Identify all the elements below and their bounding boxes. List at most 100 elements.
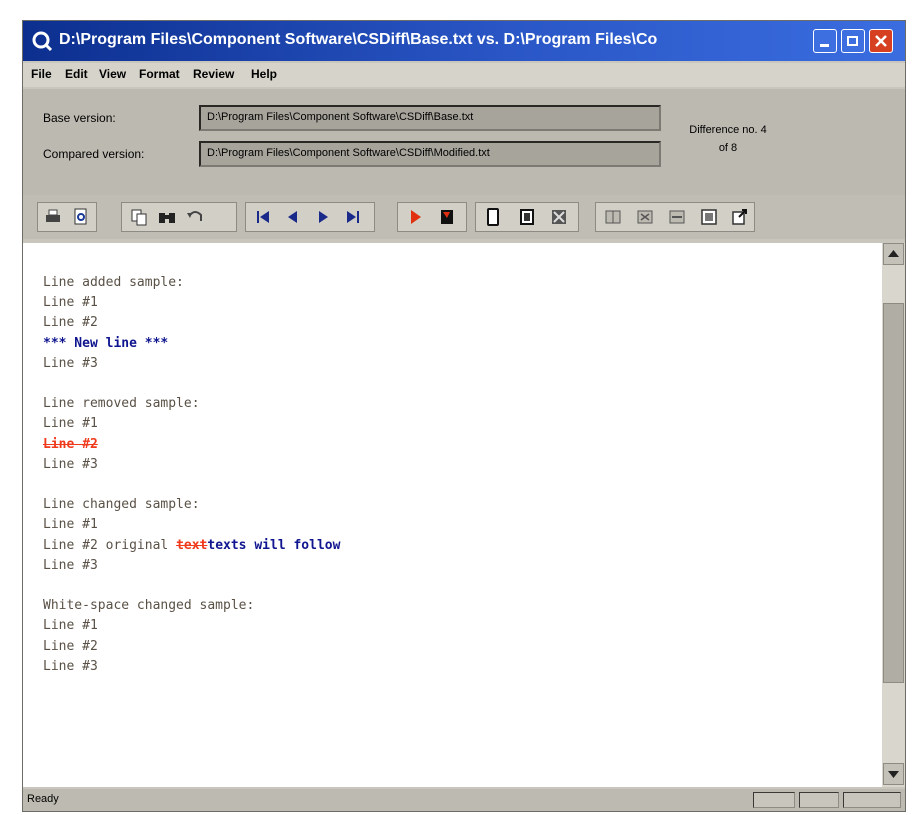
text-line: Line #3 — [43, 557, 98, 573]
menu-view[interactable]: View — [99, 67, 126, 81]
copy-button[interactable] — [126, 205, 152, 229]
section-header: White-space changed sample: — [43, 598, 255, 614]
difference-number: Difference no. 4 — [689, 124, 767, 136]
base-version-field[interactable]: D:\Program Files\Component Software\CSDi… — [199, 105, 661, 131]
text-line: Line #2 — [43, 315, 98, 331]
menu-format[interactable]: Format — [139, 67, 180, 81]
pages-icon — [520, 209, 534, 225]
diff-content-area[interactable]: Line added sample: Line #1 Line #2 *** N… — [23, 243, 882, 787]
app-icon — [32, 31, 53, 52]
options-icon — [552, 210, 566, 224]
section-header: Line removed sample: — [43, 396, 200, 412]
text-line: Line #3 — [43, 456, 98, 472]
text-line: Line #1 — [43, 517, 98, 533]
added-line: *** New line *** — [43, 335, 169, 351]
menu-edit[interactable]: Edit — [65, 67, 88, 81]
maximize-button[interactable] — [841, 29, 865, 53]
compare-button[interactable] — [632, 205, 658, 229]
restore-icon — [847, 36, 858, 46]
tile-button[interactable] — [600, 205, 626, 229]
menu-help[interactable]: Help — [251, 67, 277, 81]
toolbar-group-navigate — [245, 202, 375, 232]
window-title: D:\Program Files\Component Software\CSDi… — [59, 31, 658, 48]
compare-icon — [637, 210, 653, 224]
menu-bar: File Edit View Format Review Help — [23, 63, 905, 87]
window-icon — [701, 209, 717, 225]
compared-version-field[interactable]: D:\Program Files\Component Software\CSDi… — [199, 141, 661, 167]
undo-icon — [187, 211, 202, 221]
base-version-label: Base version: — [43, 111, 116, 125]
status-pane — [799, 792, 839, 808]
scroll-down-button[interactable] — [883, 763, 904, 785]
menu-file[interactable]: File — [31, 67, 52, 81]
status-text: Ready — [27, 793, 59, 805]
close-button[interactable] — [869, 29, 893, 53]
toolbar-group-edit — [121, 202, 237, 232]
page-button[interactable] — [480, 205, 506, 229]
find-icon — [159, 213, 175, 223]
window-button[interactable] — [696, 205, 722, 229]
play-icon — [411, 210, 421, 224]
version-info-panel: Base version: D:\Program Files\Component… — [23, 89, 905, 195]
text-line: Line #1 — [43, 295, 98, 311]
print-icon — [46, 209, 60, 222]
text-line: Line #1 — [43, 416, 98, 432]
undo-button[interactable] — [182, 205, 208, 229]
scroll-up-button[interactable] — [883, 243, 904, 265]
merge-icon — [669, 210, 685, 224]
removed-text: text — [176, 537, 208, 553]
export-icon — [732, 209, 747, 225]
first-diff-icon — [257, 211, 269, 223]
flag-icon — [441, 210, 453, 224]
section-header: Line added sample: — [43, 275, 184, 290]
last-diff-icon — [347, 211, 359, 223]
vertical-scrollbar[interactable] — [882, 243, 905, 787]
scroll-thumb[interactable] — [883, 303, 904, 683]
prev-diff-button[interactable] — [280, 205, 306, 229]
status-bar: Ready — [23, 789, 905, 811]
toolbar-group-review — [397, 202, 467, 232]
last-diff-button[interactable] — [340, 205, 366, 229]
next-diff-icon — [319, 211, 328, 223]
find-button[interactable] — [154, 205, 180, 229]
minimize-button[interactable] — [813, 29, 837, 53]
diff-text: Line added sample: Line #1 Line #2 *** N… — [43, 273, 340, 677]
arrow-down-icon — [888, 771, 899, 778]
merge-button[interactable] — [664, 205, 690, 229]
first-diff-button[interactable] — [250, 205, 276, 229]
export-button[interactable] — [726, 205, 752, 229]
toolbar-group-view — [475, 202, 579, 232]
app-window: D:\Program Files\Component Software\CSDi… — [22, 20, 906, 812]
flag-button[interactable] — [434, 205, 460, 229]
text-line: Line #1 — [43, 618, 98, 634]
removed-line: Line #2 — [43, 436, 98, 452]
added-text: texts will follow — [207, 537, 341, 553]
difference-counter: Difference no. 4 of 8 — [673, 121, 783, 157]
print-preview-button[interactable] — [68, 205, 94, 229]
print-preview-icon — [74, 208, 87, 225]
toolbar-group-merge — [595, 202, 755, 232]
prev-diff-icon — [288, 211, 297, 223]
toolbar — [23, 195, 905, 239]
compared-version-label: Compared version: — [43, 147, 145, 161]
text-line: Line #3 — [43, 355, 98, 371]
options-button[interactable] — [546, 205, 572, 229]
page-icon — [487, 208, 499, 226]
copy-icon — [131, 209, 147, 226]
status-pane — [753, 792, 795, 808]
minimize-icon — [820, 44, 829, 47]
play-button[interactable] — [402, 205, 428, 229]
section-header: Line changed sample: — [43, 497, 200, 513]
pages-button[interactable] — [514, 205, 540, 229]
text-line: Line #3 — [43, 658, 98, 674]
tile-icon — [605, 210, 621, 224]
menu-review[interactable]: Review — [193, 67, 234, 81]
print-button[interactable] — [40, 205, 66, 229]
text-line: Line #2 — [43, 638, 98, 654]
title-bar[interactable]: D:\Program Files\Component Software\CSDi… — [23, 21, 905, 61]
difference-total: of 8 — [718, 142, 738, 154]
changed-line-prefix: Line #2 original — [43, 537, 177, 553]
status-pane — [843, 792, 901, 808]
next-diff-button[interactable] — [310, 205, 336, 229]
toolbar-group-print — [37, 202, 97, 232]
